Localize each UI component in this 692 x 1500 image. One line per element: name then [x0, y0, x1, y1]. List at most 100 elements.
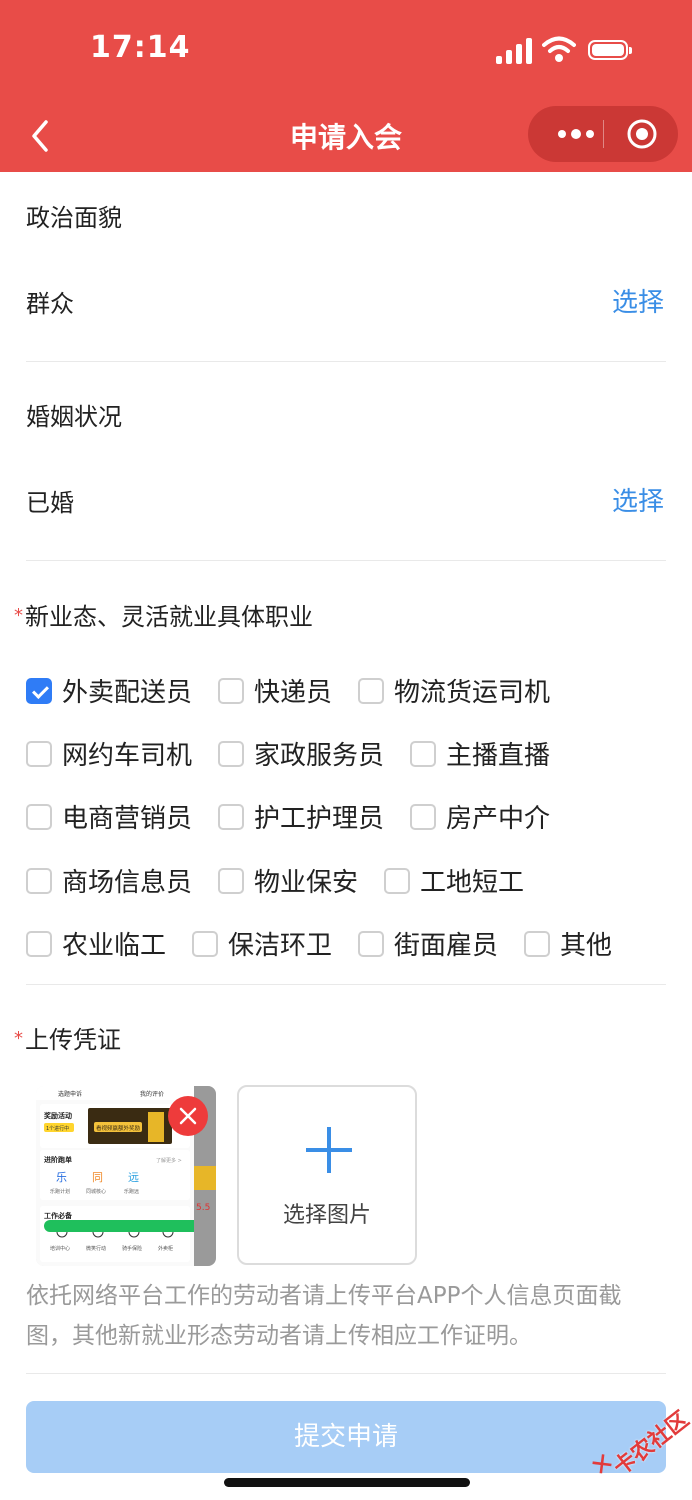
svg-text:微笑行动: 微笑行动	[86, 1245, 106, 1252]
option-label: 网约车司机	[62, 741, 193, 771]
divider	[26, 361, 666, 362]
close-miniapp-icon[interactable]	[626, 118, 658, 150]
checkbox[interactable]	[218, 867, 244, 894]
occupation-option[interactable]: 网约车司机	[26, 735, 192, 772]
checkbox[interactable]	[524, 930, 550, 957]
checkbox[interactable]	[192, 930, 218, 957]
occupation-label: *新业态、灵活就业具体职业	[14, 597, 313, 632]
option-label: 家政服务员	[254, 741, 385, 771]
occupation-option[interactable]: 主播直播	[410, 735, 550, 772]
add-image-button[interactable]: 选择图片	[237, 1085, 417, 1265]
svg-text:5.5: 5.5	[196, 1203, 210, 1213]
checkbox[interactable]	[26, 740, 52, 767]
delete-image-icon[interactable]	[168, 1096, 208, 1136]
option-label: 快递员	[254, 678, 333, 708]
option-label: 工地短工	[420, 868, 525, 898]
marital-status-select-button[interactable]: 选择	[612, 481, 664, 518]
checkbox-checked[interactable]	[26, 677, 52, 704]
home-indicator[interactable]	[224, 1478, 470, 1487]
plus-icon	[306, 1127, 352, 1173]
option-label: 农业临工	[62, 931, 167, 961]
required-mark: *	[14, 605, 23, 626]
svg-text:乐跑计划: 乐跑计划	[50, 1188, 70, 1195]
occupation-option[interactable]: 保洁环卫	[192, 925, 332, 962]
divider	[26, 984, 666, 985]
svg-text:乐: 乐	[56, 1171, 67, 1184]
option-label: 电商营销员	[62, 804, 193, 834]
option-label: 护工护理员	[254, 804, 385, 834]
occupation-option[interactable]: 房产中介	[410, 798, 550, 835]
more-dots-icon[interactable]	[548, 106, 604, 162]
checkbox[interactable]	[26, 803, 52, 830]
occupation-option[interactable]: 家政服务员	[218, 735, 384, 772]
political-status-label: 政治面貌	[26, 204, 122, 232]
required-mark: *	[14, 1028, 23, 1049]
occupation-option[interactable]: 农业临工	[26, 925, 166, 962]
occupation-option[interactable]: 物业保安	[218, 862, 358, 899]
occupation-option[interactable]: 商场信息员	[26, 862, 192, 899]
svg-text:进阶跑单: 进阶跑单	[44, 1155, 72, 1164]
status-bar: 17:14	[0, 0, 692, 100]
option-label: 街面雇员	[394, 931, 499, 961]
wifi-icon	[542, 36, 576, 62]
svg-text:培训中心: 培训中心	[50, 1245, 70, 1252]
svg-text:了解更多 >: 了解更多 >	[156, 1157, 182, 1164]
miniapp-capsule	[528, 106, 678, 162]
option-label: 物业保安	[254, 868, 359, 898]
option-label: 房产中介	[446, 804, 551, 834]
svg-text:看视频赢额外奖励: 看视频赢额外奖励	[96, 1124, 141, 1132]
divider	[26, 560, 666, 561]
option-label: 其他	[560, 931, 613, 961]
svg-text:骑手保险: 骑手保险	[122, 1245, 142, 1252]
occupation-option[interactable]: 电商营销员	[26, 798, 192, 835]
add-image-label: 选择图片	[282, 1203, 371, 1228]
occupation-option[interactable]: 街面雇员	[358, 925, 498, 962]
option-label: 物流货运司机	[394, 678, 551, 708]
occupation-option[interactable]: 快递员	[218, 672, 332, 709]
upload-label: *上传凭证	[14, 1020, 121, 1055]
upload-label-text: 上传凭证	[25, 1026, 121, 1054]
cellular-signal-icon	[496, 38, 532, 64]
option-label: 保洁环卫	[228, 931, 333, 961]
marital-status-value: 已婚	[26, 489, 74, 517]
option-label: 主播直播	[446, 741, 551, 771]
option-label: 商场信息员	[62, 868, 193, 898]
occupation-option[interactable]: 外卖配送员	[26, 672, 192, 709]
political-status-select-button[interactable]: 选择	[612, 282, 664, 319]
checkbox[interactable]	[410, 803, 436, 830]
checkbox[interactable]	[218, 677, 244, 704]
checkbox[interactable]	[384, 867, 410, 894]
checkbox[interactable]	[26, 930, 52, 957]
svg-text:外卖柜: 外卖柜	[158, 1245, 173, 1252]
occupation-option[interactable]: 物流货运司机	[358, 672, 550, 709]
svg-text:选题申诉: 选题申诉	[58, 1090, 82, 1098]
battery-icon	[588, 40, 632, 60]
option-label: 外卖配送员	[62, 678, 193, 708]
checkbox[interactable]	[410, 740, 436, 767]
checkbox[interactable]	[358, 677, 384, 704]
occupation-label-text: 新业态、灵活就业具体职业	[25, 603, 313, 631]
divider	[26, 1373, 666, 1374]
status-time: 17:14	[90, 30, 191, 65]
svg-text:同城核心: 同城核心	[86, 1188, 106, 1195]
marital-status-label: 婚姻状况	[26, 403, 122, 431]
upload-hint: 依托网络平台工作的劳动者请上传平台APP个人信息页面截图，其他新就业形态劳动者请…	[26, 1283, 622, 1349]
political-status-value: 群众	[26, 290, 74, 318]
svg-text:奖励活动: 奖励活动	[44, 1111, 72, 1120]
submit-button[interactable]: 提交申请	[26, 1401, 666, 1473]
watermark-text: 卡农社区	[609, 1407, 692, 1481]
capsule-divider	[603, 120, 604, 148]
nav-bar: 申请入会	[0, 100, 692, 172]
svg-text:乐跑远: 乐跑远	[124, 1188, 139, 1195]
checkbox[interactable]	[26, 867, 52, 894]
checkbox[interactable]	[218, 803, 244, 830]
checkbox[interactable]	[358, 930, 384, 957]
occupation-option[interactable]: 工地短工	[384, 862, 524, 899]
occupation-option[interactable]: 护工护理员	[218, 798, 384, 835]
svg-text:工作必备: 工作必备	[44, 1211, 73, 1220]
watermark-logo: ✕ 卡农社区	[585, 1402, 692, 1484]
svg-text:远: 远	[128, 1171, 139, 1184]
checkbox[interactable]	[218, 740, 244, 767]
occupation-option[interactable]: 其他	[524, 925, 612, 962]
svg-text:1个进行中: 1个进行中	[46, 1125, 69, 1132]
